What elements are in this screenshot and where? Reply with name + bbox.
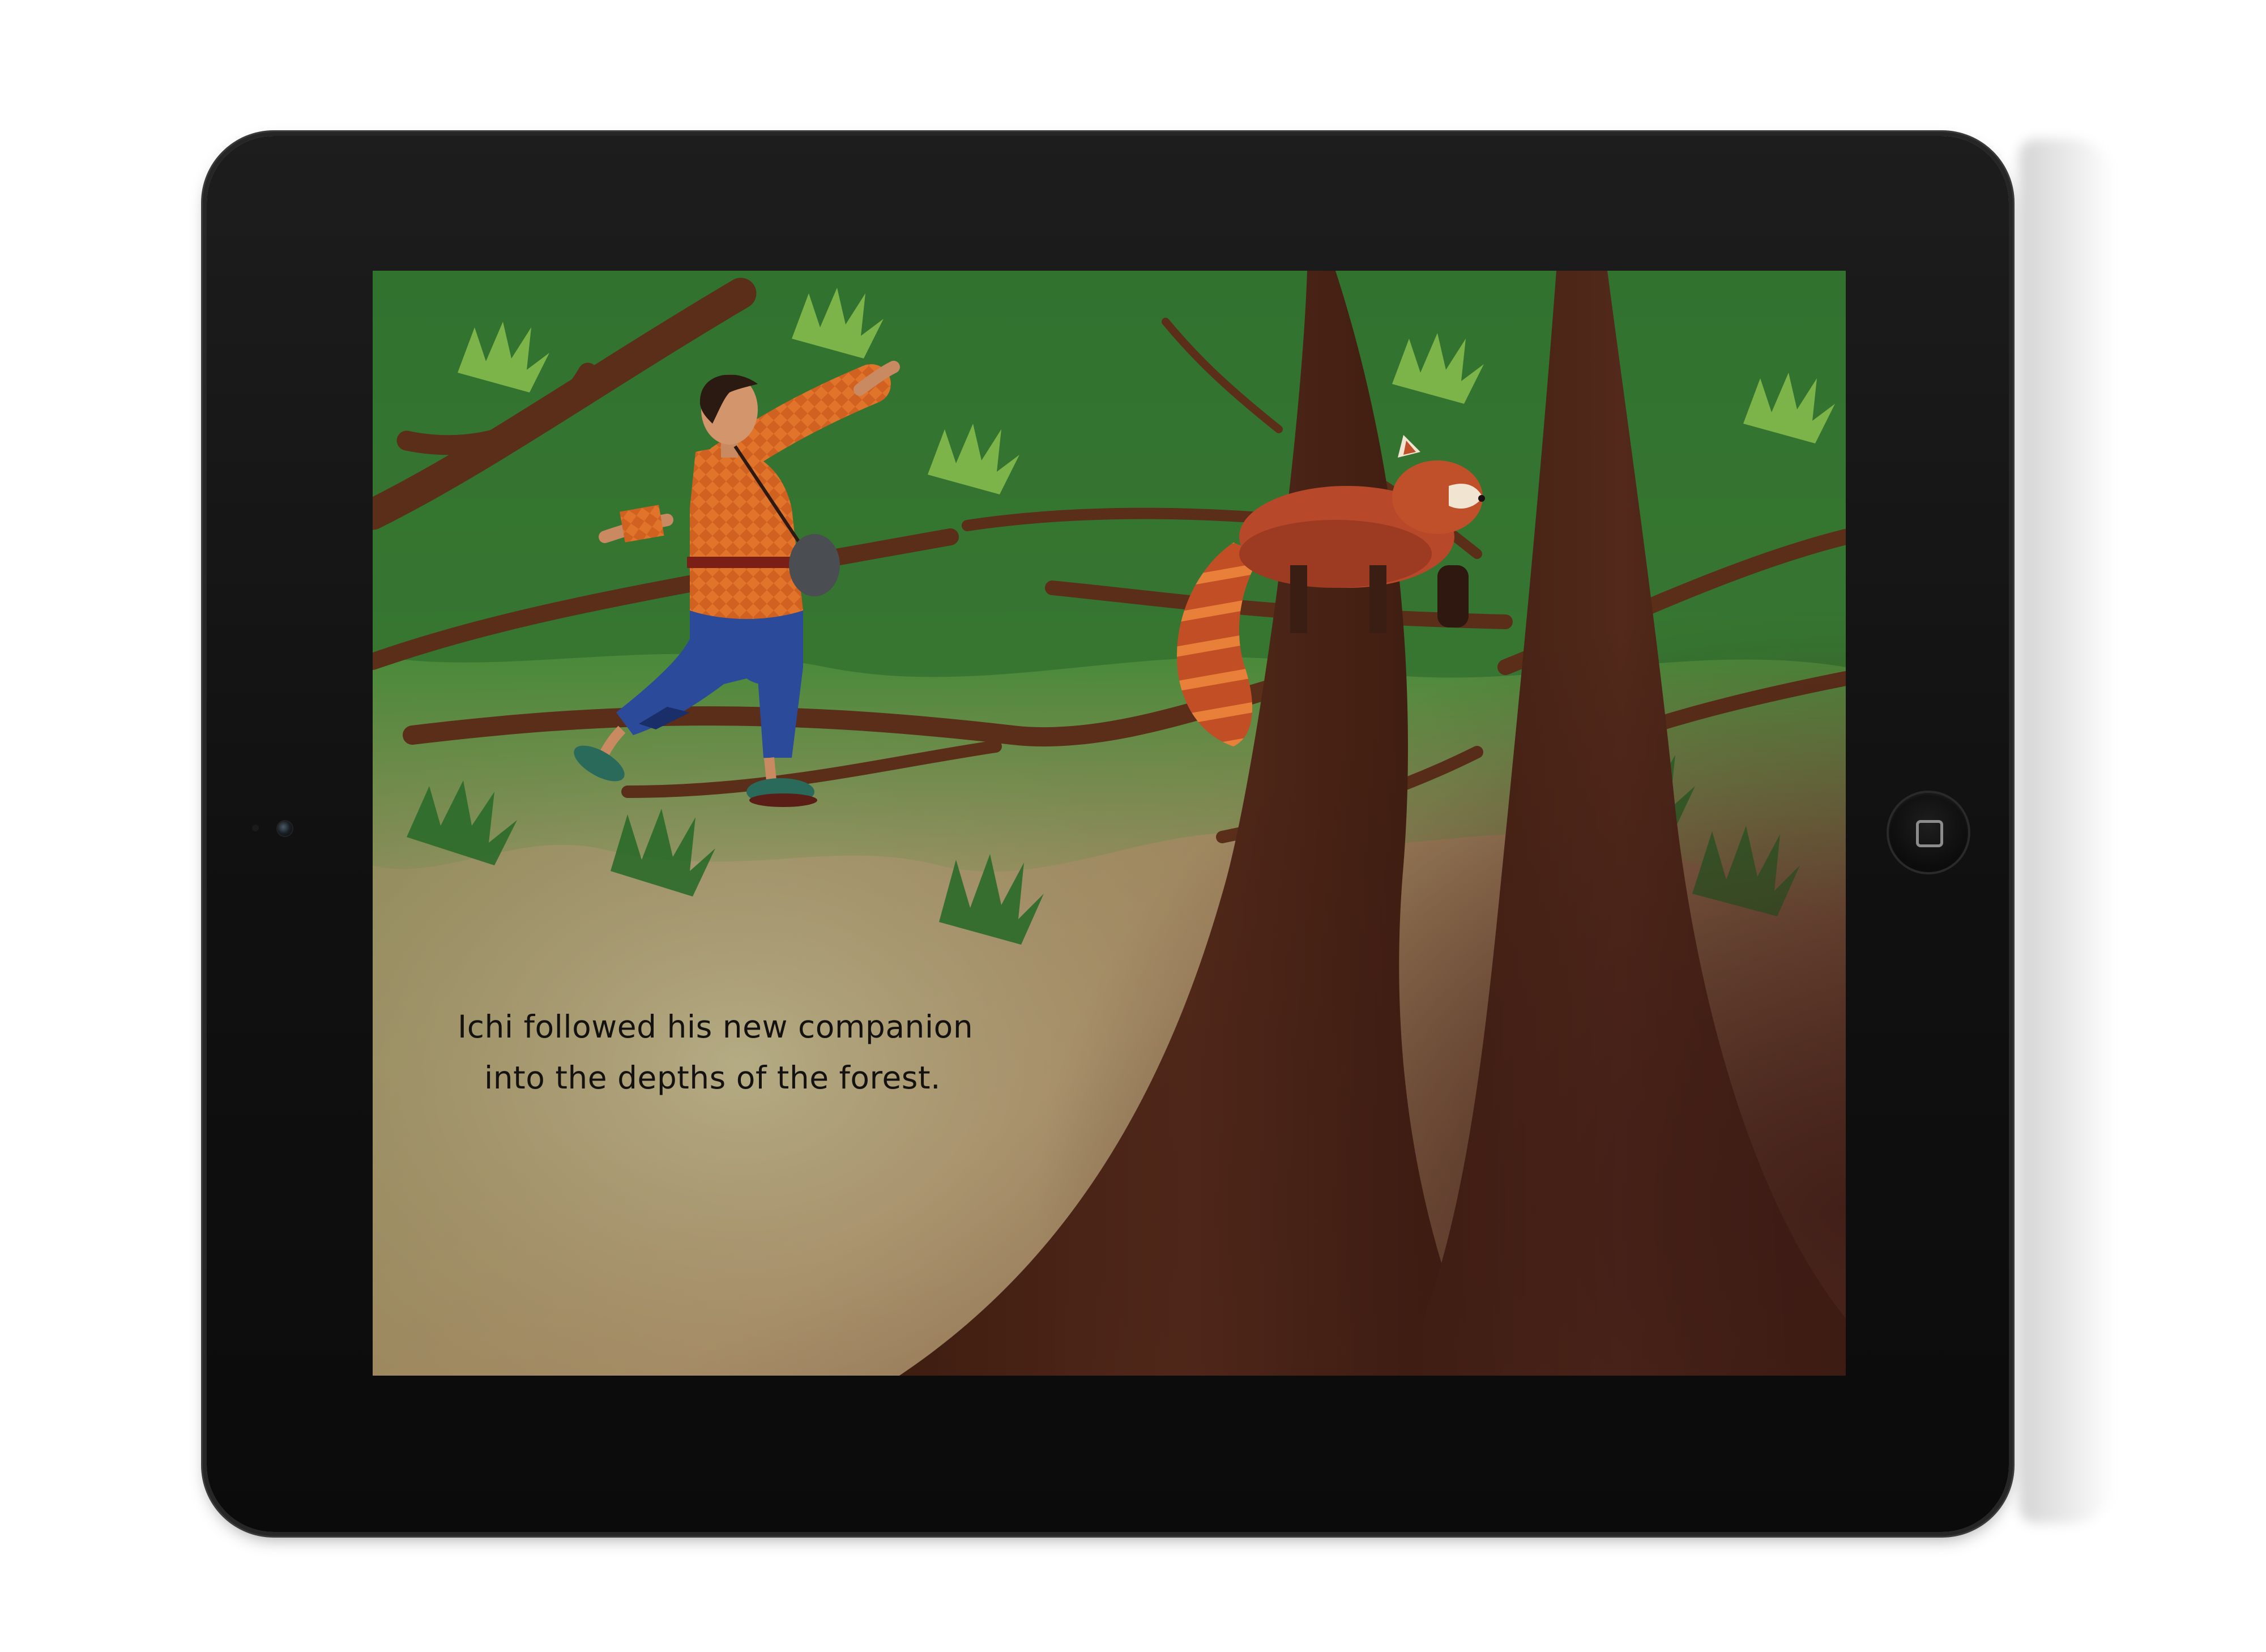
caption-line-1: Ichi followed his new companion bbox=[458, 1009, 974, 1045]
sensor-dot bbox=[252, 825, 259, 831]
forest-illustration bbox=[373, 271, 1846, 1376]
front-camera-icon bbox=[278, 821, 292, 836]
home-button-square-icon bbox=[1916, 820, 1943, 847]
device-shadow bbox=[2019, 139, 2115, 1523]
caption-line-2: into the depths of the forest. bbox=[484, 1060, 941, 1096]
story-page-screen[interactable]: Ichi followed his new companion into the… bbox=[373, 271, 1846, 1376]
home-button[interactable] bbox=[1889, 793, 1968, 872]
tablet-device: Ichi followed his new companion into the… bbox=[207, 136, 2009, 1532]
story-caption: Ichi followed his new companion into the… bbox=[458, 1001, 974, 1103]
